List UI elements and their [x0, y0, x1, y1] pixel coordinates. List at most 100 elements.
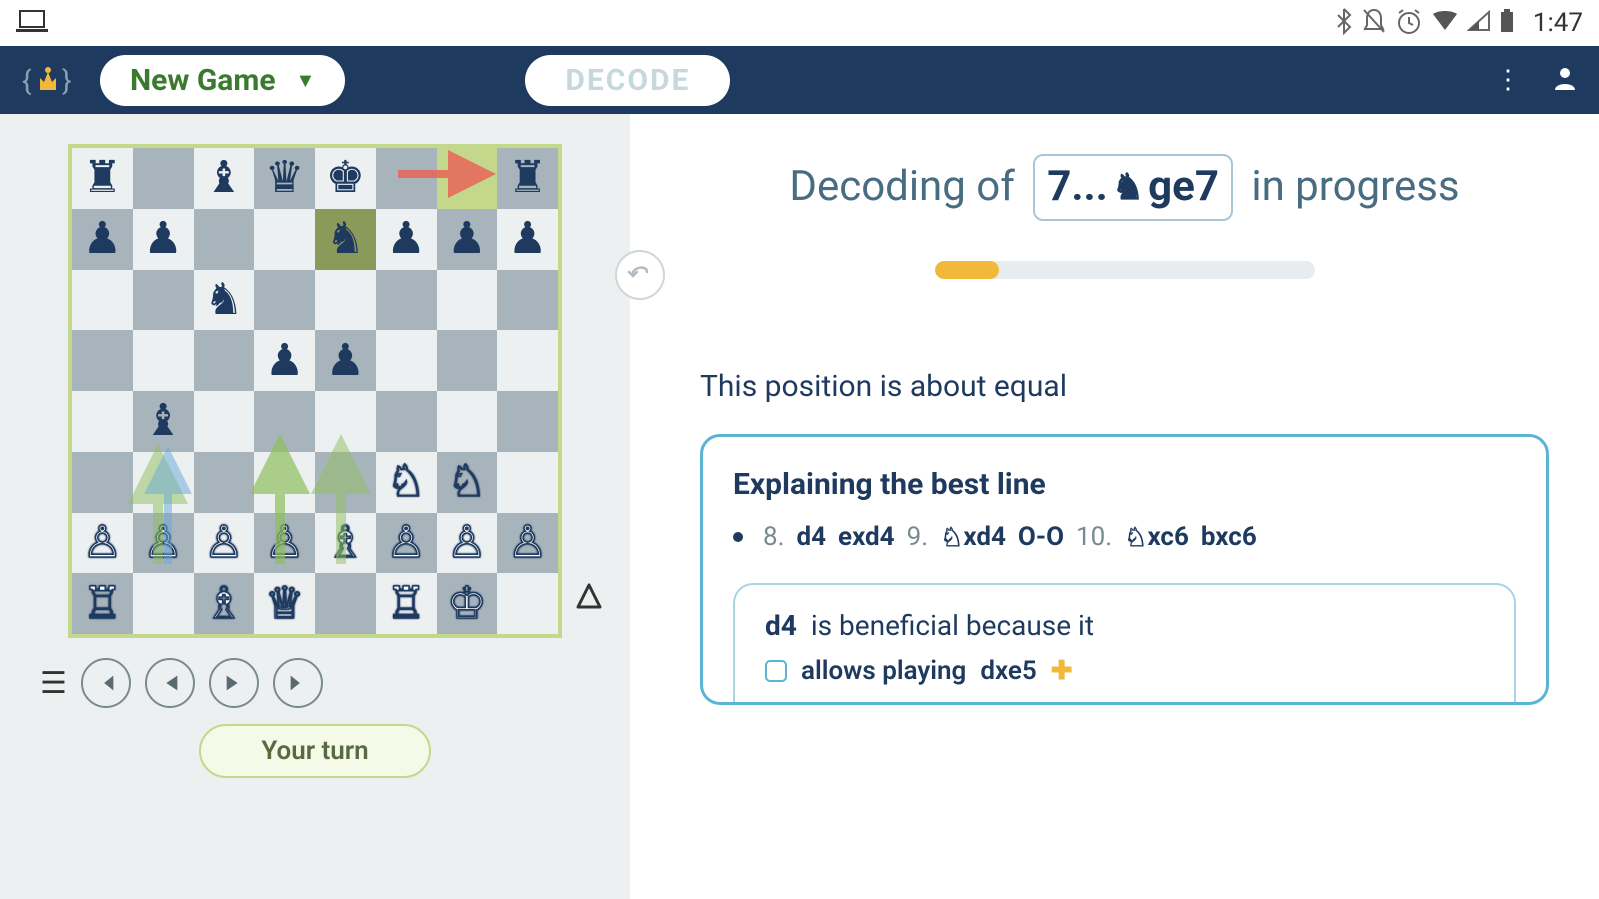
square-e1[interactable]	[315, 573, 376, 634]
square-f6[interactable]	[376, 270, 437, 331]
square-c4[interactable]	[194, 391, 255, 452]
piece: ♖	[386, 582, 425, 626]
square-c3[interactable]	[194, 452, 255, 513]
square-g3[interactable]: ♘	[437, 452, 498, 513]
move[interactable]: d4	[796, 522, 826, 552]
progress-bar	[935, 261, 1315, 279]
move[interactable]: ♘xc6	[1124, 522, 1189, 553]
square-a4[interactable]	[72, 391, 133, 452]
square-e8[interactable]: ♚	[315, 148, 376, 209]
square-b1[interactable]	[133, 573, 194, 634]
piece: ♘	[386, 460, 425, 504]
square-a3[interactable]	[72, 452, 133, 513]
square-g8[interactable]	[437, 148, 498, 209]
square-b4[interactable]: ♝	[133, 391, 194, 452]
user-icon[interactable]	[1551, 64, 1579, 96]
evaluation-text: This position is about equal	[700, 369, 1549, 404]
square-c6[interactable]: ♞	[194, 270, 255, 331]
decoding-move-prefix: 7...	[1047, 158, 1108, 217]
square-e2[interactable]: ♗	[315, 513, 376, 574]
move-number: 8.	[763, 522, 784, 552]
square-b3[interactable]	[133, 452, 194, 513]
square-d6[interactable]	[254, 270, 315, 331]
plus-icon[interactable]: ✚	[1051, 656, 1073, 686]
square-f5[interactable]	[376, 330, 437, 391]
reason-box: d4 is beneficial because it allows playi…	[733, 583, 1516, 702]
square-h5[interactable]	[497, 330, 558, 391]
square-d5[interactable]: ♟	[254, 330, 315, 391]
move[interactable]: bxc6	[1201, 522, 1257, 552]
square-b7[interactable]: ♟	[133, 209, 194, 270]
wifi-icon	[1431, 10, 1459, 36]
reason-line1: d4 is beneficial because it	[765, 609, 1484, 642]
square-b2[interactable]: ♙	[133, 513, 194, 574]
square-b8[interactable]	[133, 148, 194, 209]
square-g4[interactable]	[437, 391, 498, 452]
square-f4[interactable]	[376, 391, 437, 452]
square-a2[interactable]: ♙	[72, 513, 133, 574]
square-d1[interactable]: ♕	[254, 573, 315, 634]
piece: ♟	[386, 217, 425, 261]
square-h2[interactable]: ♙	[497, 513, 558, 574]
square-e6[interactable]	[315, 270, 376, 331]
square-g7[interactable]: ♟	[437, 209, 498, 270]
square-e4[interactable]	[315, 391, 376, 452]
square-h3[interactable]	[497, 452, 558, 513]
last-move-button[interactable]	[273, 658, 323, 708]
checkbox-icon[interactable]	[765, 660, 787, 682]
square-c7[interactable]	[194, 209, 255, 270]
piece: ♕	[265, 582, 304, 626]
square-f7[interactable]: ♟	[376, 209, 437, 270]
move[interactable]: ♘xd4	[940, 522, 1006, 553]
piece: ♙	[265, 521, 304, 565]
square-d3[interactable]	[254, 452, 315, 513]
square-g1[interactable]: ♔	[437, 573, 498, 634]
new-game-button[interactable]: New Game ▼	[100, 55, 345, 106]
signal-icon	[1467, 10, 1491, 36]
square-b6[interactable]	[133, 270, 194, 331]
square-h1[interactable]	[497, 573, 558, 634]
more-icon[interactable]: ⋮	[1495, 65, 1521, 95]
square-a6[interactable]	[72, 270, 133, 331]
square-f8[interactable]	[376, 148, 437, 209]
square-a5[interactable]	[72, 330, 133, 391]
square-d2[interactable]: ♙	[254, 513, 315, 574]
clock-time: 1:47	[1533, 8, 1583, 38]
square-d4[interactable]	[254, 391, 315, 452]
square-g5[interactable]	[437, 330, 498, 391]
square-h6[interactable]	[497, 270, 558, 331]
back-button[interactable]	[615, 250, 665, 300]
new-game-label: New Game	[130, 63, 276, 98]
decode-tab[interactable]: DECODE	[525, 55, 730, 106]
square-h4[interactable]	[497, 391, 558, 452]
square-h8[interactable]: ♜	[497, 148, 558, 209]
square-a8[interactable]: ♜	[72, 148, 133, 209]
explain-box: Explaining the best line 8.d4exd49.♘xd4O…	[700, 434, 1549, 705]
square-d8[interactable]: ♛	[254, 148, 315, 209]
square-h7[interactable]: ♟	[497, 209, 558, 270]
square-c5[interactable]	[194, 330, 255, 391]
square-e5[interactable]: ♟	[315, 330, 376, 391]
next-move-button[interactable]	[209, 658, 259, 708]
square-f2[interactable]: ♙	[376, 513, 437, 574]
chess-board[interactable]: ♜♝♛♚♜♟♟♞♟♟♟♞♟♟♝♘♘♙♙♙♙♗♙♙♙♖♗♕♖♔	[68, 144, 562, 638]
square-e7[interactable]: ♞	[315, 209, 376, 270]
square-a7[interactable]: ♟	[72, 209, 133, 270]
square-d7[interactable]	[254, 209, 315, 270]
square-a1[interactable]: ♖	[72, 573, 133, 634]
square-c2[interactable]: ♙	[194, 513, 255, 574]
menu-icon[interactable]: ☰	[40, 666, 67, 701]
board-panel: ♜♝♛♚♜♟♟♞♟♟♟♞♟♟♝♘♘♙♙♙♙♗♙♙♙♖♗♕♖♔ ☰	[0, 114, 630, 899]
square-c8[interactable]: ♝	[194, 148, 255, 209]
square-b5[interactable]	[133, 330, 194, 391]
square-f3[interactable]: ♘	[376, 452, 437, 513]
square-g2[interactable]: ♙	[437, 513, 498, 574]
move[interactable]: exd4	[838, 522, 895, 552]
prev-move-button[interactable]	[145, 658, 195, 708]
first-move-button[interactable]	[81, 658, 131, 708]
square-f1[interactable]: ♖	[376, 573, 437, 634]
square-c1[interactable]: ♗	[194, 573, 255, 634]
square-g6[interactable]	[437, 270, 498, 331]
square-e3[interactable]	[315, 452, 376, 513]
move[interactable]: O-O	[1018, 522, 1064, 552]
